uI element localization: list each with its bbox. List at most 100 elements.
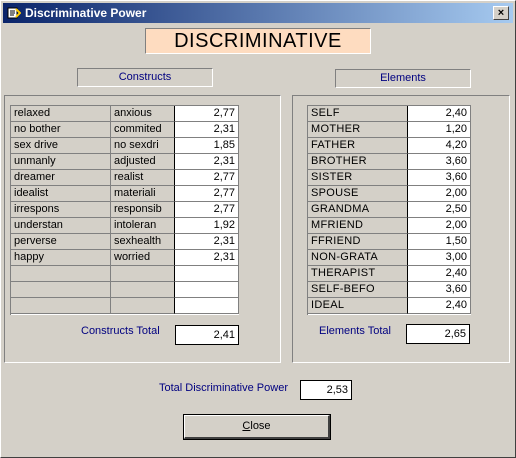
element-row[interactable]: SELF 2,40 xyxy=(308,106,471,122)
element-name: SELF-BEFO xyxy=(308,282,408,298)
construct-right-pole xyxy=(111,298,175,314)
element-value: 2,40 xyxy=(408,298,471,314)
element-name: FFRIEND xyxy=(308,234,408,250)
construct-right-pole xyxy=(111,282,175,298)
construct-right-pole: realist xyxy=(111,170,175,186)
close-icon: × xyxy=(497,7,505,19)
construct-left-pole: no bother xyxy=(11,122,111,138)
element-row[interactable]: IDEAL 2,40 xyxy=(308,298,471,314)
construct-row[interactable]: understan intoleran 1,92 xyxy=(11,218,239,234)
elements-table: SELF 2,40 MOTHER 1,20 FATHER 4,20 BROTHER 3,60 S… xyxy=(307,105,471,315)
close-window-button[interactable]: × xyxy=(493,6,509,20)
construct-left-pole: understan xyxy=(11,218,111,234)
element-value: 2,00 xyxy=(408,218,471,234)
construct-left-pole: unmanly xyxy=(11,154,111,170)
construct-right-pole: worried xyxy=(111,250,175,266)
construct-value: 1,85 xyxy=(175,138,239,154)
construct-value xyxy=(175,298,239,314)
element-name: THERAPIST xyxy=(308,266,408,282)
element-row[interactable]: NON-GRATA 3,00 xyxy=(308,250,471,266)
element-row[interactable]: SISTER 3,60 xyxy=(308,170,471,186)
construct-left-pole: irrespons xyxy=(11,202,111,218)
elements-total-value: 2,65 xyxy=(406,324,470,344)
element-value: 3,60 xyxy=(408,170,471,186)
element-value: 3,60 xyxy=(408,282,471,298)
construct-value xyxy=(175,282,239,298)
total-discriminative-power-value: 2,53 xyxy=(300,380,352,400)
element-value: 3,60 xyxy=(408,154,471,170)
construct-row[interactable] xyxy=(11,282,239,298)
construct-value: 2,31 xyxy=(175,122,239,138)
construct-value: 2,31 xyxy=(175,250,239,266)
title-bar[interactable]: Discriminative Power × xyxy=(3,3,513,23)
constructs-total-label: Constructs Total xyxy=(81,325,160,337)
construct-right-pole: anxious xyxy=(111,106,175,122)
element-name: SISTER xyxy=(308,170,408,186)
element-name: BROTHER xyxy=(308,154,408,170)
construct-row[interactable]: unmanly adjusted 2,31 xyxy=(11,154,239,170)
construct-left-pole: sex drive xyxy=(11,138,111,154)
element-value: 2,50 xyxy=(408,202,471,218)
construct-row[interactable]: idealist materiali 2,77 xyxy=(11,186,239,202)
element-row[interactable]: THERAPIST 2,40 xyxy=(308,266,471,282)
element-name: NON-GRATA xyxy=(308,250,408,266)
total-discriminative-power-label: Total Discriminative Power xyxy=(159,382,288,394)
constructs-table: relaxed anxious 2,77 no bother commited 2,31 s… xyxy=(10,105,239,315)
construct-row[interactable]: dreamer realist 2,77 xyxy=(11,170,239,186)
element-value: 2,40 xyxy=(408,106,471,122)
construct-row[interactable]: no bother commited 2,31 xyxy=(11,122,239,138)
element-value: 1,50 xyxy=(408,234,471,250)
element-name: MFRIEND xyxy=(308,218,408,234)
page-title: DISCRIMINATIVE xyxy=(145,28,371,54)
construct-left-pole: dreamer xyxy=(11,170,111,186)
element-name: IDEAL xyxy=(308,298,408,314)
construct-row[interactable] xyxy=(11,298,239,314)
element-row[interactable]: BROTHER 3,60 xyxy=(308,154,471,170)
construct-right-pole: sexhealth xyxy=(111,234,175,250)
element-row[interactable]: MFRIEND 2,00 xyxy=(308,218,471,234)
construct-row[interactable]: perverse sexhealth 2,31 xyxy=(11,234,239,250)
element-value: 4,20 xyxy=(408,138,471,154)
construct-row[interactable]: irrespons responsib 2,77 xyxy=(11,202,239,218)
construct-row[interactable] xyxy=(11,266,239,282)
construct-right-pole: responsib xyxy=(111,202,175,218)
construct-right-pole xyxy=(111,266,175,282)
element-name: FATHER xyxy=(308,138,408,154)
element-value: 3,00 xyxy=(408,250,471,266)
construct-value: 2,77 xyxy=(175,186,239,202)
construct-row[interactable]: relaxed anxious 2,77 xyxy=(11,106,239,122)
construct-row[interactable]: happy worried 2,31 xyxy=(11,250,239,266)
element-row[interactable]: MOTHER 1,20 xyxy=(308,122,471,138)
construct-left-pole: perverse xyxy=(11,234,111,250)
construct-left-pole: relaxed xyxy=(11,106,111,122)
element-row[interactable]: FATHER 4,20 xyxy=(308,138,471,154)
element-value: 2,40 xyxy=(408,266,471,282)
element-name: MOTHER xyxy=(308,122,408,138)
element-row[interactable]: SPOUSE 2,00 xyxy=(308,186,471,202)
element-row[interactable]: GRANDMA 2,50 xyxy=(308,202,471,218)
construct-value: 2,77 xyxy=(175,106,239,122)
discriminative-power-window: Discriminative Power × DISCRIMINATIVE Co… xyxy=(0,0,516,458)
elements-label: Elements xyxy=(335,69,471,88)
construct-row[interactable]: sex drive no sexdri 1,85 xyxy=(11,138,239,154)
construct-value: 2,77 xyxy=(175,170,239,186)
construct-right-pole: intoleran xyxy=(111,218,175,234)
element-name: SELF xyxy=(308,106,408,122)
construct-left-pole xyxy=(11,282,111,298)
element-name: SPOUSE xyxy=(308,186,408,202)
element-row[interactable]: SELF-BEFO 3,60 xyxy=(308,282,471,298)
constructs-label: Constructs xyxy=(77,68,213,87)
construct-left-pole: idealist xyxy=(11,186,111,202)
construct-right-pole: commited xyxy=(111,122,175,138)
construct-value: 2,77 xyxy=(175,202,239,218)
close-button[interactable]: Close xyxy=(183,414,331,440)
construct-value: 2,31 xyxy=(175,154,239,170)
element-row[interactable]: FFRIEND 1,50 xyxy=(308,234,471,250)
construct-left-pole: happy xyxy=(11,250,111,266)
construct-left-pole xyxy=(11,266,111,282)
close-button-label: lose xyxy=(250,420,271,432)
element-value: 2,00 xyxy=(408,186,471,202)
element-name: GRANDMA xyxy=(308,202,408,218)
element-value: 1,20 xyxy=(408,122,471,138)
construct-value: 2,31 xyxy=(175,234,239,250)
